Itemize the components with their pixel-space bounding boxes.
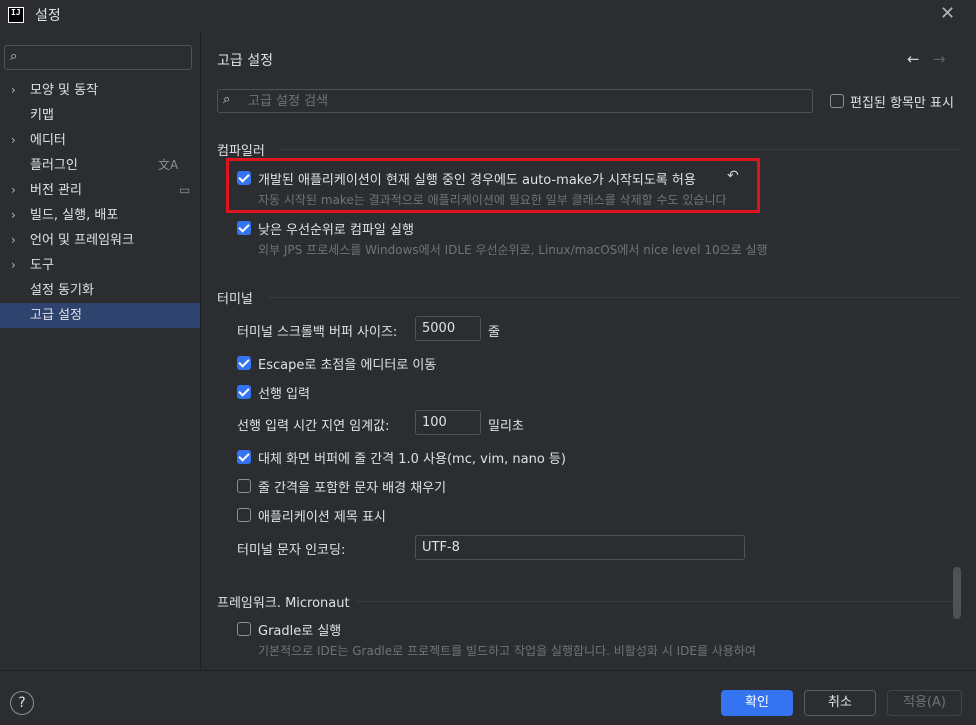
sidebar-item-keymap[interactable]: 키맵 xyxy=(0,103,200,128)
arrow-left-icon[interactable]: ← xyxy=(907,50,920,68)
close-icon[interactable]: ✕ xyxy=(940,3,955,24)
low-priority-hint: 외부 JPS 프로세스를 Windows에서 IDLE 우선순위로, Linux… xyxy=(258,243,768,257)
sidebar-item-settings-sync[interactable]: 설정 동기화 xyxy=(0,278,200,303)
sidebar-item-label: 도구 xyxy=(30,258,54,273)
title-bar: IJ 설정 ✕ xyxy=(0,0,976,32)
sidebar-item-label: 버전 관리 xyxy=(30,183,82,198)
translate-icon: 文A xyxy=(158,158,179,172)
auto-make-checkbox[interactable] xyxy=(237,171,251,185)
encoding-label: 터미널 문자 인코딩: xyxy=(237,543,346,558)
typeahead-delay-label: 선행 입력 시간 지연 임계값: xyxy=(237,419,390,434)
only-modified-checkbox[interactable] xyxy=(830,94,844,108)
typeahead-checkbox[interactable] xyxy=(237,385,251,399)
sidebar-search-input[interactable] xyxy=(31,48,189,67)
sidebar: ⌕ › 모양 및 동작 키맵 › 에디터 플러그인 文A › 버전 관리 ▭ ›… xyxy=(0,32,200,670)
vertical-scrollbar[interactable] xyxy=(953,567,961,619)
chevron-right-icon: › xyxy=(11,183,16,197)
search-icon: ⌕ xyxy=(223,92,231,107)
low-priority-label: 낮은 우선순위로 컴파일 실행 xyxy=(258,223,414,238)
typeahead-label: 선행 입력 xyxy=(258,387,310,402)
alt-buffer-label: 대체 화면 버퍼에 줄 간격 1.0 사용(mc, vim, nano 등) xyxy=(258,452,566,467)
section-divider xyxy=(357,601,953,602)
sidebar-item-label: 에디터 xyxy=(30,133,66,148)
section-title-compiler: 컴파일러 xyxy=(217,144,265,159)
search-icon: ⌕ xyxy=(10,49,18,64)
sidebar-item-vcs[interactable]: › 버전 관리 ▭ xyxy=(0,178,200,203)
settings-search[interactable]: ⌕ xyxy=(217,89,813,113)
chevron-right-icon: › xyxy=(11,258,16,272)
auto-make-label: 개발된 애플리케이션이 현재 실행 중인 경우에도 auto-make가 시작되… xyxy=(258,173,696,188)
show-app-title-checkbox[interactable] xyxy=(237,508,251,522)
chevron-right-icon: › xyxy=(11,208,16,222)
sidebar-item-build[interactable]: › 빌드, 실행, 배포 xyxy=(0,203,200,228)
gradle-run-hint: 기본적으로 IDE는 Gradle로 프로젝트를 빌드하고 작업을 실행합니다.… xyxy=(258,644,756,658)
arrow-right-icon[interactable]: → xyxy=(933,50,946,68)
only-modified-label: 편집된 항목만 표시 xyxy=(850,96,954,111)
reset-icon[interactable]: ↶ xyxy=(727,168,739,184)
chevron-right-icon: › xyxy=(11,233,16,247)
section-divider xyxy=(269,297,961,298)
section-title-micronaut: 프레임워크. Micronaut xyxy=(217,596,350,611)
window-icon: ▭ xyxy=(179,183,191,197)
dialog-button-bar: ? 확인 취소 적용(A) xyxy=(0,670,976,725)
sidebar-item-languages[interactable]: › 언어 및 프레임워크 xyxy=(0,228,200,253)
sidebar-item-label: 모양 및 동작 xyxy=(30,83,99,98)
scroll-buffer-input[interactable]: 5000 xyxy=(415,316,481,341)
show-app-title-label: 애플리케이션 제목 표시 xyxy=(258,510,386,525)
main-panel: 고급 설정 ← → ⌕ 편집된 항목만 표시 컴파일러 개발된 애플리케이션이 … xyxy=(201,32,976,670)
cancel-button[interactable]: 취소 xyxy=(804,690,876,716)
section-title-terminal: 터미널 xyxy=(217,292,253,307)
gradle-run-label: Gradle로 실행 xyxy=(258,624,342,639)
typeahead-delay-input[interactable]: 100 xyxy=(415,410,481,435)
window-title: 설정 xyxy=(35,8,61,24)
chevron-right-icon: › xyxy=(11,133,16,147)
typeahead-delay-unit: 밀리초 xyxy=(488,419,524,434)
sidebar-item-plugins[interactable]: 플러그인 文A xyxy=(0,153,200,178)
sidebar-item-tools[interactable]: › 도구 xyxy=(0,253,200,278)
encoding-input[interactable]: UTF-8 xyxy=(415,535,745,560)
sidebar-item-label: 언어 및 프레임워크 xyxy=(30,233,134,248)
sidebar-item-label: 고급 설정 xyxy=(30,308,82,323)
sidebar-search[interactable]: ⌕ xyxy=(4,45,192,70)
scroll-buffer-label: 터미널 스크롤백 버퍼 사이즈: xyxy=(237,325,398,340)
fill-background-label: 줄 간격을 포함한 문자 배경 채우기 xyxy=(258,481,447,496)
escape-focus-checkbox[interactable] xyxy=(237,356,251,370)
settings-search-input[interactable] xyxy=(248,92,798,110)
sidebar-item-appearance[interactable]: › 모양 및 동작 xyxy=(0,78,200,103)
help-button[interactable]: ? xyxy=(10,691,34,715)
sidebar-item-label: 플러그인 xyxy=(30,158,78,173)
gradle-run-checkbox[interactable] xyxy=(237,622,251,636)
sidebar-item-label: 설정 동기화 xyxy=(30,283,94,298)
scroll-buffer-unit: 줄 xyxy=(488,325,500,340)
section-divider xyxy=(281,149,961,150)
alt-buffer-checkbox[interactable] xyxy=(237,450,251,464)
fill-background-checkbox[interactable] xyxy=(237,479,251,493)
sidebar-item-label: 키맵 xyxy=(30,108,54,123)
chevron-right-icon: › xyxy=(11,83,16,97)
page-title: 고급 설정 xyxy=(217,53,273,69)
auto-make-hint: 자동 시작된 make는 결과적으로 애플리케이션에 필요한 일부 클래스를 삭… xyxy=(258,193,727,207)
apply-button[interactable]: 적용(A) xyxy=(887,690,962,716)
escape-focus-label: Escape로 초점을 에디터로 이동 xyxy=(258,358,437,373)
sidebar-item-editor[interactable]: › 에디터 xyxy=(0,128,200,153)
low-priority-checkbox[interactable] xyxy=(237,221,251,235)
sidebar-item-advanced-settings[interactable]: 고급 설정 xyxy=(0,303,200,328)
sidebar-item-label: 빌드, 실행, 배포 xyxy=(30,208,119,223)
intellij-app-icon: IJ xyxy=(8,7,24,23)
ok-button[interactable]: 확인 xyxy=(721,690,793,716)
